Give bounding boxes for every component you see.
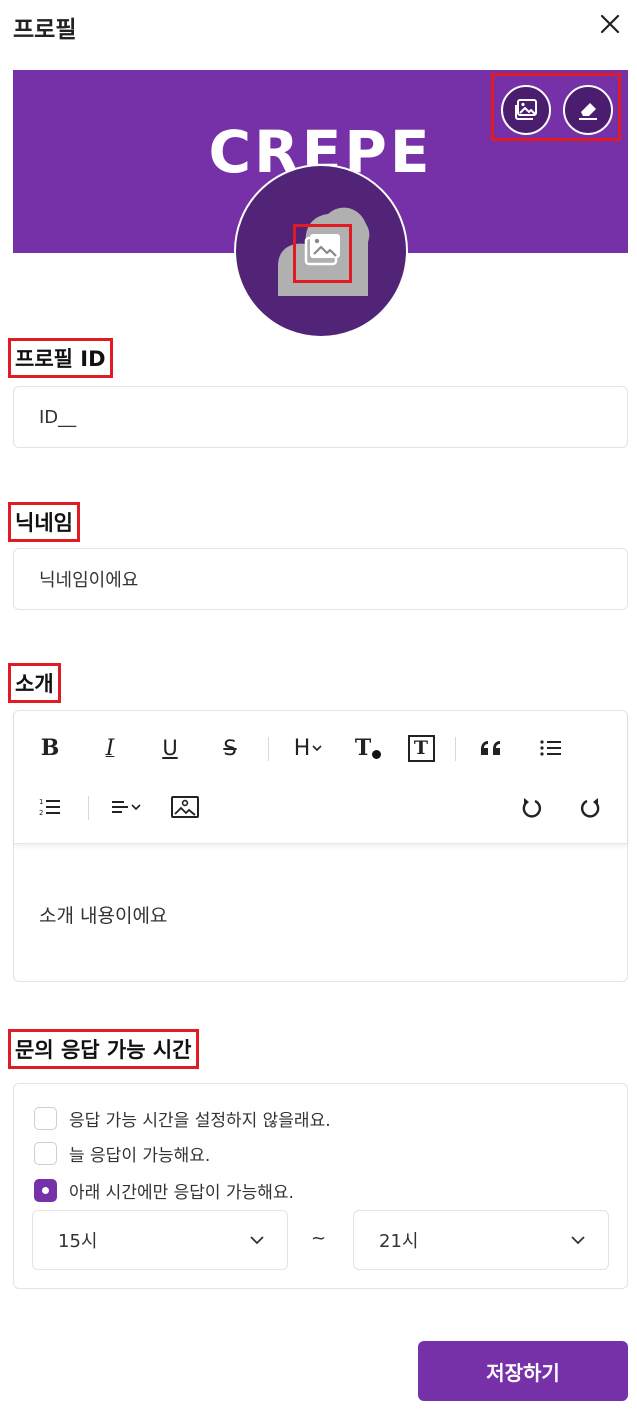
start-hour-select[interactable]: 15시 [32, 1210, 288, 1270]
end-hour-value: 21시 [379, 1231, 419, 1252]
ordered-list-button[interactable]: 1 2 [34, 791, 66, 823]
italic-label: I [105, 735, 115, 761]
text-color-button[interactable]: T [348, 732, 388, 764]
nickname-input[interactable]: 닉네임이에요 [13, 548, 628, 610]
insert-image-button[interactable] [169, 791, 201, 823]
toolbar-divider [268, 737, 269, 761]
option-no-hours[interactable]: 응답 가능 시간을 설정하지 않을래요. [34, 1106, 331, 1131]
svg-text:1: 1 [39, 798, 43, 806]
start-hour-value: 15시 [58, 1231, 98, 1252]
text-color-label: T [354, 735, 372, 761]
checkbox[interactable] [34, 1142, 57, 1165]
profile-avatar[interactable] [234, 164, 408, 338]
chevron-down-icon [131, 804, 141, 811]
heading-label: H [293, 735, 311, 761]
toolbar-divider [455, 737, 456, 761]
eraser-icon [579, 103, 597, 120]
nickname-label: 닉네임 [8, 502, 80, 542]
intro-label: 소개 [8, 663, 61, 703]
save-button[interactable]: 저장하기 [418, 1341, 628, 1401]
checkbox-checked[interactable] [34, 1179, 57, 1202]
underline-button[interactable]: U [154, 732, 186, 764]
intro-editor: B I U S H T T 1 2 소개 내용이에요 [13, 710, 628, 982]
range-separator: ~ [311, 1228, 327, 1249]
color-dot-icon [372, 749, 382, 759]
chevron-down-icon [250, 1236, 264, 1245]
end-hour-select[interactable]: 21시 [353, 1210, 609, 1270]
image-icon [515, 99, 537, 120]
change-avatar-image-icon[interactable] [302, 232, 344, 270]
text-box-button[interactable]: T [405, 732, 437, 764]
erase-banner-button[interactable] [563, 85, 613, 135]
blockquote-button[interactable] [475, 732, 507, 764]
profile-id-label: 프로필 ID [8, 338, 113, 378]
toolbar-divider [88, 796, 89, 820]
underline-label: U [162, 736, 178, 760]
align-button[interactable] [108, 791, 144, 823]
page-title: 프로필 [13, 17, 77, 43]
strikethrough-button[interactable]: S [214, 732, 246, 764]
italic-button[interactable]: I [94, 732, 126, 764]
strikethrough-label: S [223, 736, 237, 760]
svg-text:2: 2 [39, 809, 43, 817]
quote-icon [481, 741, 500, 755]
change-banner-image-button[interactable] [501, 85, 551, 135]
text-box-label: T [407, 734, 435, 762]
ordered-list-icon: 1 2 [39, 798, 60, 817]
option-specific-hours[interactable]: 아래 시간에만 응답이 가능해요. [34, 1178, 294, 1203]
checkbox[interactable] [34, 1107, 57, 1130]
option-label: 아래 시간에만 응답이 가능해요. [69, 1183, 294, 1203]
redo-button[interactable] [575, 791, 607, 823]
option-label: 늘 응답이 가능해요. [69, 1146, 211, 1166]
check-dot-icon [42, 1187, 49, 1194]
redo-icon [580, 798, 600, 818]
chevron-down-icon [312, 745, 322, 752]
banner-actions [491, 73, 621, 141]
bullet-list-icon [540, 740, 561, 756]
option-label: 응답 가능 시간을 설정하지 않을래요. [69, 1111, 331, 1131]
editor-content[interactable]: 소개 내용이에요 [39, 901, 167, 928]
editor-toolbar: B I U S H T T 1 2 [14, 711, 627, 844]
close-icon[interactable] [596, 10, 624, 38]
response-hours-label: 문의 응답 가능 시간 [8, 1029, 199, 1069]
heading-button[interactable]: H [288, 732, 328, 764]
profile-id-input[interactable]: ID__ [13, 386, 628, 448]
undo-icon [522, 798, 542, 818]
undo-button[interactable] [515, 791, 547, 823]
response-hours-panel: 응답 가능 시간을 설정하지 않을래요. 늘 응답이 가능해요. 아래 시간에만… [13, 1083, 628, 1289]
chevron-down-icon [571, 1236, 585, 1245]
option-always[interactable]: 늘 응답이 가능해요. [34, 1141, 210, 1166]
bold-button[interactable]: B [34, 732, 66, 764]
image-icon [171, 796, 199, 818]
bullet-list-button[interactable] [535, 732, 567, 764]
align-left-icon [112, 801, 128, 813]
